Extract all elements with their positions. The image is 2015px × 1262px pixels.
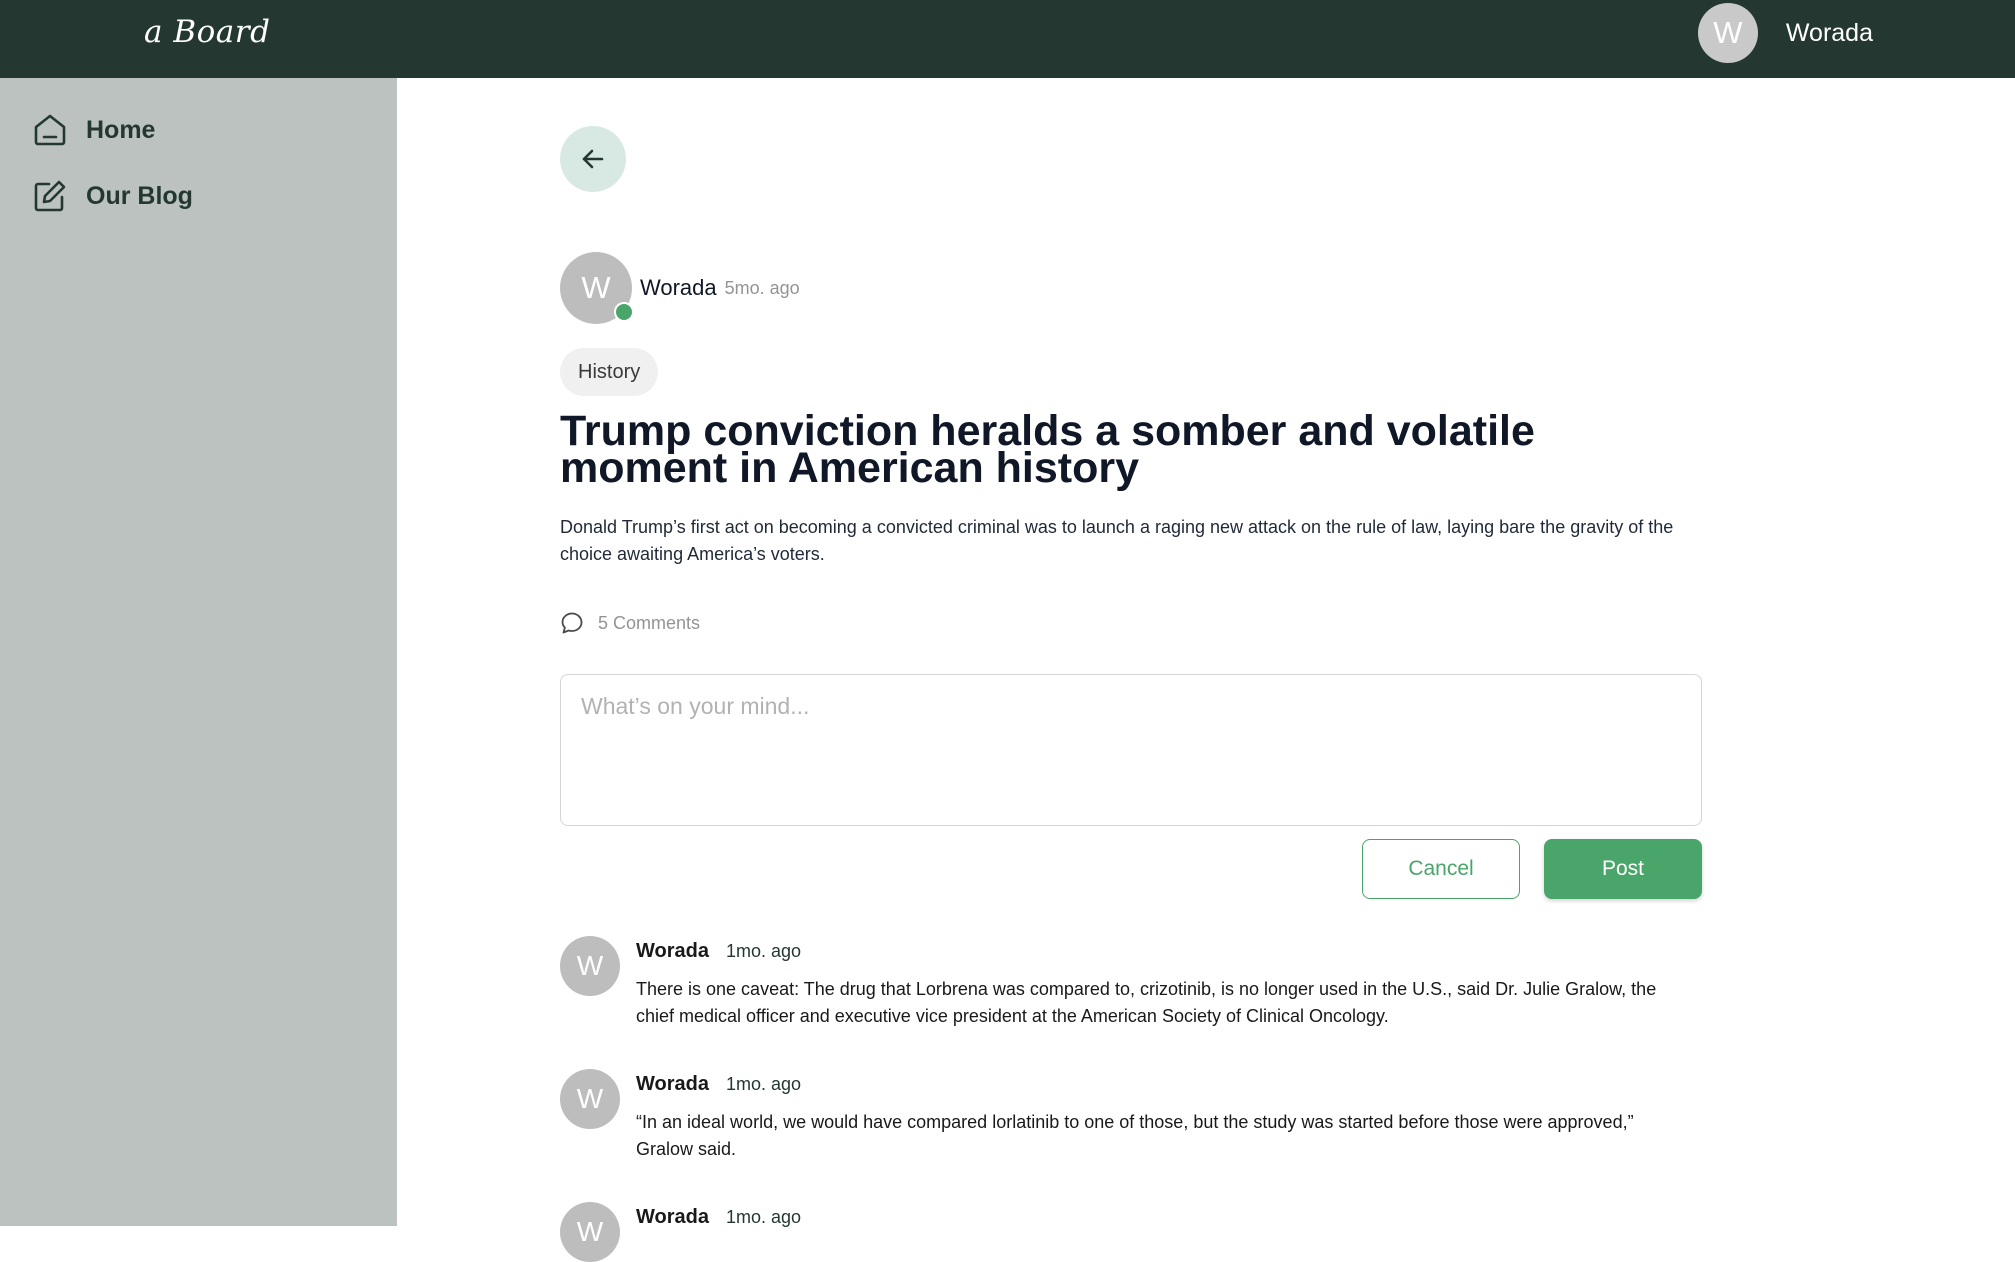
comment-header: Worada 1mo. ago — [636, 940, 801, 963]
comment-text: There is one caveat: The drug that Lorbr… — [636, 979, 1657, 1026]
app-logo[interactable]: a Board — [144, 14, 270, 50]
comment-text: “In an ideal world, we would have compar… — [636, 1112, 1634, 1159]
avatar[interactable]: W — [560, 252, 634, 324]
comments-count[interactable]: 5 Comments — [560, 611, 700, 635]
comment-input[interactable] — [560, 674, 1702, 826]
comment-header: Worada 1mo. ago — [636, 1073, 801, 1096]
comment-timestamp: 1mo. ago — [725, 1074, 802, 1094]
cancel-button[interactable]: Cancel — [1362, 839, 1520, 899]
home-icon — [34, 114, 66, 146]
post-timestamp: 5mo. ago — [724, 277, 800, 298]
avatar[interactable]: W — [560, 1069, 620, 1129]
comment-timestamp: 1mo. ago — [725, 941, 802, 961]
avatar[interactable]: W — [560, 936, 620, 996]
user-menu[interactable]: W Worada — [1697, 3, 1873, 63]
sidebar-item-label: Home — [86, 115, 156, 144]
online-status-indicator — [614, 302, 634, 322]
avatar-initial: W — [581, 270, 611, 305]
comment-icon — [561, 612, 583, 634]
comments-count-label: 5 Comments — [598, 612, 701, 633]
post-body: Donald Trump’s first act on becoming a c… — [560, 517, 1674, 564]
sidebar: Home Our Blog — [0, 78, 397, 1226]
username[interactable]: Worada — [1786, 19, 1873, 48]
author-name[interactable]: Worada — [640, 275, 717, 301]
post-author: W Worada 5mo. ago — [560, 252, 800, 324]
post-button[interactable]: Post — [1544, 839, 1702, 899]
category-tag[interactable]: History — [560, 348, 659, 396]
post-title: Trump conviction heralds a somber and vo… — [560, 407, 1535, 492]
arrow-left-icon — [582, 149, 604, 169]
avatar[interactable]: W — [1697, 3, 1758, 63]
back-button[interactable] — [560, 126, 626, 192]
comment-author[interactable]: Worada — [636, 940, 709, 963]
top-navbar: a Board W Worada — [0, 0, 2015, 78]
comment-timestamp: 1mo. ago — [725, 1207, 802, 1227]
comment-author[interactable]: Worada — [636, 1073, 709, 1096]
sidebar-item-label: Our Blog — [86, 181, 193, 210]
avatar[interactable]: W — [560, 1202, 620, 1262]
edit-icon — [34, 180, 66, 212]
sidebar-item-home[interactable]: Home — [32, 112, 155, 148]
sidebar-item-our-blog[interactable]: Our Blog — [32, 178, 193, 214]
